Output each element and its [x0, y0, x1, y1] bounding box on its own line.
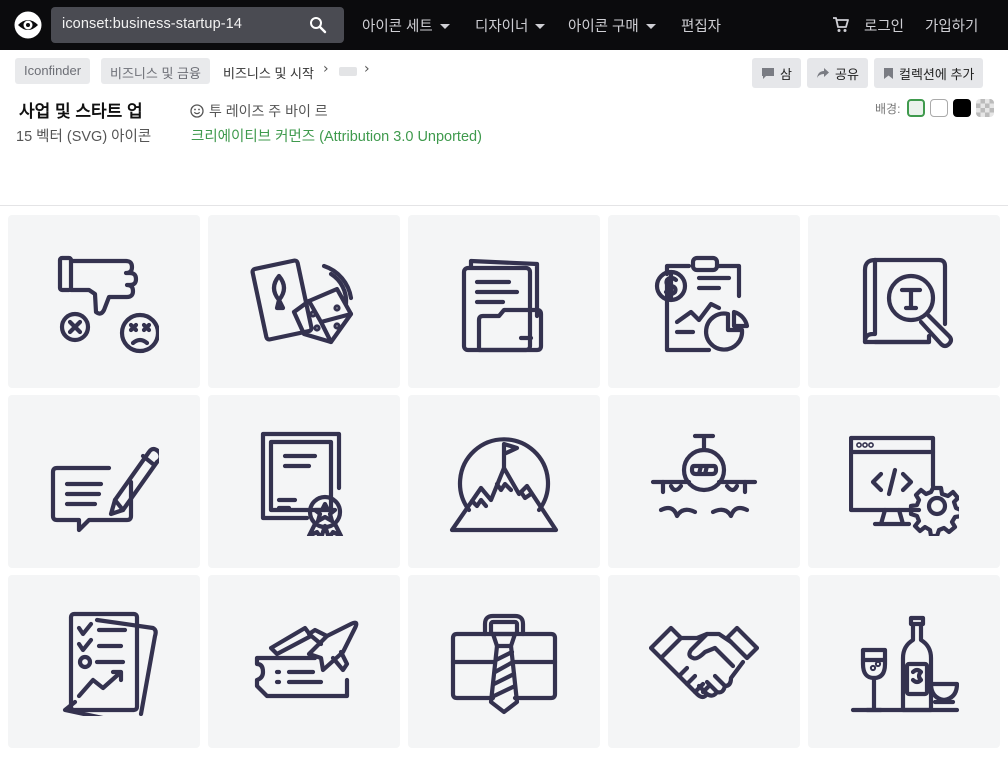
handshake-icon: [649, 625, 759, 700]
mountain-goal-icon: [449, 437, 559, 533]
divider: [0, 205, 1008, 206]
background-light-swatch[interactable]: [907, 99, 925, 117]
checklist-report-icon: [62, 611, 158, 716]
briefcase-tie-icon: [450, 613, 558, 715]
nav-iconsets-menu[interactable]: 아이콘 세트: [362, 15, 450, 36]
nav-designers-menu[interactable]: 디자이너: [475, 15, 546, 36]
signup-link[interactable]: 가입하기: [925, 15, 978, 36]
celebration-drinks-icon: [850, 615, 959, 713]
icon-tile-airplane[interactable]: [608, 395, 800, 568]
breadcrumb-iconfinder[interactable]: Iconfinder: [15, 58, 91, 84]
icon-tile-handshake[interactable]: [608, 575, 800, 748]
author-link[interactable]: 투 레이즈 주 바이 르: [190, 101, 328, 121]
breadcrumb-business-startup[interactable]: 비즈니스 및 시작: [223, 63, 314, 82]
page-title: 사업 및 스타트 업: [19, 102, 143, 121]
share-label: 공유: [835, 66, 859, 82]
comment-label: 삼: [780, 66, 792, 82]
nav-editor-link[interactable]: 편집자: [681, 15, 721, 36]
add-to-collection-button[interactable]: 컬렉션에 추가: [874, 58, 984, 88]
search-input[interactable]: iconset:business-startup-14: [62, 16, 242, 32]
icon-tile-web-development[interactable]: [808, 395, 1000, 568]
icon-tile-flight-ticket[interactable]: [208, 575, 400, 748]
comment-icon: [762, 67, 774, 79]
login-link[interactable]: 로그인: [864, 15, 904, 36]
chevron-down-icon: [439, 24, 450, 29]
nav-buy-icons-menu[interactable]: 아이콘 구매: [568, 15, 656, 36]
airplane-icon: [650, 433, 758, 519]
background-white-swatch[interactable]: [930, 99, 948, 117]
icon-tile-search-text[interactable]: [808, 215, 1000, 388]
financial-report-icon: [654, 255, 750, 353]
signing-document-icon: [50, 446, 159, 533]
web-development-icon: [849, 435, 959, 536]
icon-tile-financial-report[interactable]: [608, 215, 800, 388]
nav-buy-icons-label: 아이콘 구매: [568, 19, 639, 35]
nav-iconsets-label: 아이콘 세트: [362, 19, 433, 35]
gamble-dice-icon: [250, 258, 354, 345]
share-button[interactable]: 공유: [807, 58, 868, 88]
icon-tile-gamble[interactable]: [208, 215, 400, 388]
icon-tile-mountain-goal[interactable]: [408, 395, 600, 568]
chevron-right-icon: ›: [323, 61, 329, 77]
icon-tile-signing-document[interactable]: [8, 395, 200, 568]
top-navigation-bar: iconset:business-startup-14 아이콘 세트 디자이너 …: [0, 0, 1008, 50]
bookmark-icon: [884, 67, 893, 79]
flight-ticket-icon: [254, 620, 359, 699]
breadcrumb-business-finance[interactable]: 비즈니스 및 금융: [101, 58, 210, 84]
chevron-down-icon: [535, 24, 546, 29]
icon-tile-thumbs-down[interactable]: [8, 215, 200, 388]
background-label: 배경:: [875, 102, 901, 116]
search-text-icon: [862, 257, 954, 349]
icon-tile-briefcase[interactable]: [408, 575, 600, 748]
cart-icon[interactable]: [832, 16, 849, 33]
folder-documents-icon: [461, 258, 544, 353]
icon-tile-certificate[interactable]: [208, 395, 400, 568]
thumbs-down-icon: [57, 255, 159, 354]
license-link[interactable]: 크리에이티브 커먼즈 (Attribution 3.0 Unported): [191, 125, 482, 146]
search-icon[interactable]: [309, 16, 327, 34]
certificate-icon: [260, 431, 344, 536]
chevron-right-icon: ›: [364, 61, 370, 77]
smiley-icon: [190, 104, 204, 118]
iconfinder-logo-icon[interactable]: [13, 10, 43, 40]
icon-count: 15 벡터 (SVG) 아이콘: [16, 129, 152, 145]
search-box[interactable]: iconset:business-startup-14: [51, 7, 344, 43]
icon-tile-checklist-report[interactable]: [8, 575, 200, 748]
icon-tile-celebration-drinks[interactable]: [808, 575, 1000, 748]
background-black-swatch[interactable]: [953, 99, 971, 117]
chevron-down-icon: [645, 24, 656, 29]
add-to-collection-label: 컬렉션에 추가: [899, 66, 975, 82]
author-name: 투 레이즈 주 바이 르: [209, 103, 328, 119]
nav-designers-label: 디자이너: [475, 19, 529, 35]
share-icon: [817, 68, 829, 78]
breadcrumb-placeholder: [339, 67, 357, 76]
background-transparent-swatch[interactable]: [976, 99, 994, 117]
icon-tile-folder-documents[interactable]: [408, 215, 600, 388]
comment-button[interactable]: 삼: [752, 58, 801, 88]
